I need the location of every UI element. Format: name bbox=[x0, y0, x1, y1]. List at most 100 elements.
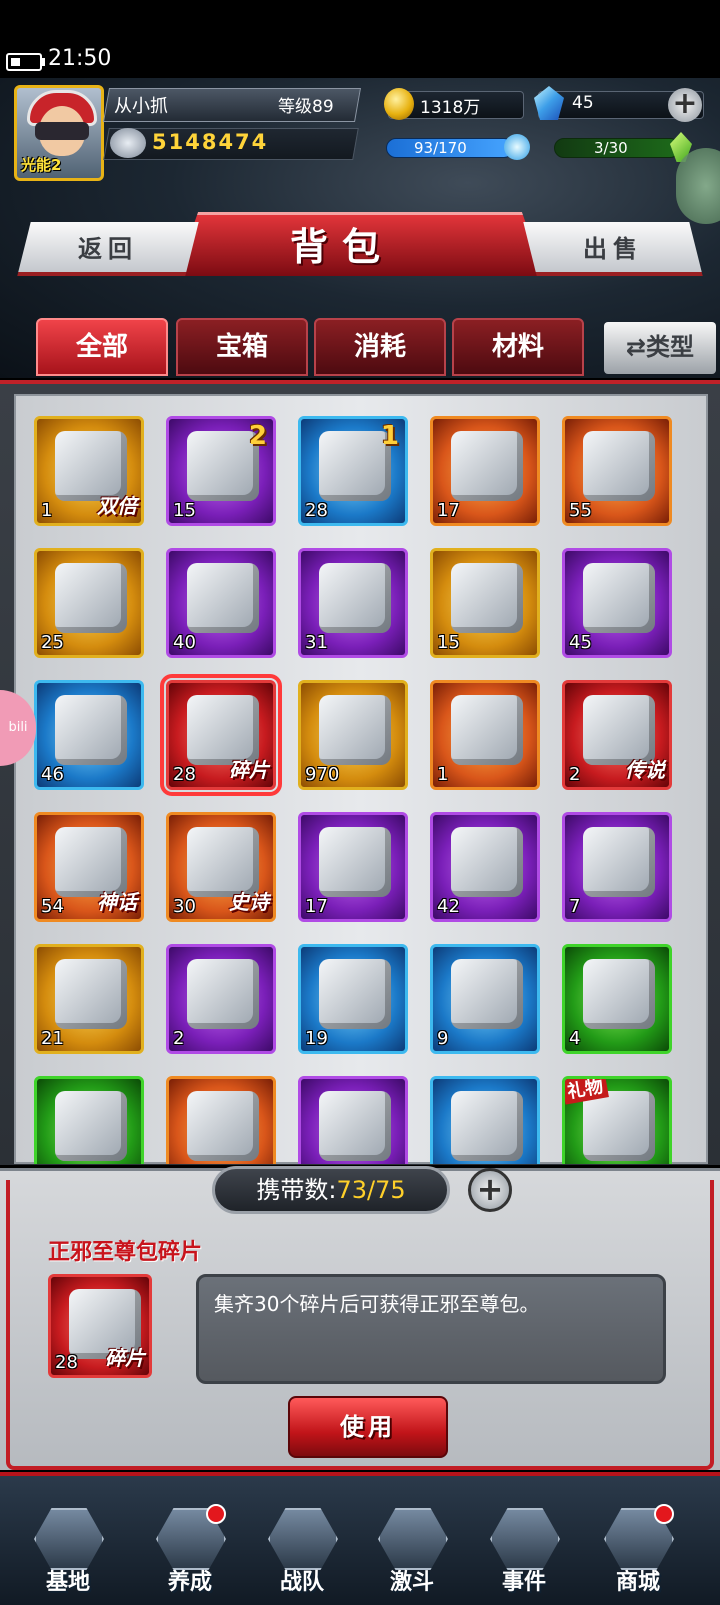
nav-event[interactable]: 事件 bbox=[476, 1508, 572, 1600]
item-count: 4 bbox=[569, 1028, 581, 1049]
item-count: 15 bbox=[437, 632, 460, 653]
inventory-item[interactable]: 礼物 bbox=[562, 1076, 672, 1164]
inventory-item[interactable]: 21 bbox=[34, 944, 144, 1054]
back-button[interactable]: 返回 bbox=[17, 222, 199, 276]
item-icon bbox=[319, 563, 391, 633]
battery-tip bbox=[42, 58, 45, 66]
sell-label: 出售 bbox=[583, 235, 643, 263]
inventory-item[interactable]: 25 bbox=[34, 548, 144, 658]
item-count: 17 bbox=[437, 500, 460, 521]
inventory-item[interactable]: 30 史诗 bbox=[166, 812, 276, 922]
stamina-value: 3/30 bbox=[594, 139, 628, 157]
tab-all[interactable]: 全部 bbox=[36, 318, 168, 376]
item-grade: 2 bbox=[248, 421, 267, 451]
inventory-item[interactable]: 17 bbox=[298, 812, 408, 922]
page-title: 背包 bbox=[290, 225, 395, 269]
helmet-fighter-icon bbox=[378, 1508, 448, 1570]
item-count: 2 bbox=[569, 764, 581, 785]
inventory-item[interactable]: 1 双倍 bbox=[34, 416, 144, 526]
inventory-item[interactable]: 2 bbox=[166, 944, 276, 1054]
battery-icon bbox=[6, 53, 42, 71]
inventory-item[interactable]: 15 bbox=[430, 548, 540, 658]
item-name: 正邪至尊包碎片 bbox=[48, 1240, 203, 1265]
tab-chest[interactable]: 宝箱 bbox=[176, 318, 308, 376]
player-level: 等级89 bbox=[278, 97, 334, 117]
inventory-item[interactable]: 2 15 bbox=[166, 416, 276, 526]
item-icon bbox=[451, 695, 523, 765]
inventory-item[interactable]: 19 bbox=[298, 944, 408, 1054]
base-icon bbox=[34, 1508, 104, 1570]
item-tag: 传说 bbox=[625, 758, 665, 782]
tab-material[interactable]: 材料 bbox=[452, 318, 584, 376]
item-icon bbox=[583, 1091, 655, 1161]
inventory-item[interactable]: 9 bbox=[430, 944, 540, 1054]
inventory-item[interactable]: 42 bbox=[430, 812, 540, 922]
sell-button[interactable]: 出售 bbox=[523, 222, 703, 276]
tab-consume[interactable]: 消耗 bbox=[314, 318, 446, 376]
item-icon bbox=[319, 959, 391, 1029]
inventory-item[interactable]: 54 神话 bbox=[34, 812, 144, 922]
add-gems-button[interactable]: + bbox=[668, 88, 702, 122]
energy-value: 93/170 bbox=[414, 139, 467, 157]
nav-base[interactable]: 基地 bbox=[20, 1508, 116, 1600]
item-description: 集齐30个碎片后可获得正邪至尊包。 bbox=[214, 1292, 540, 1316]
item-count: 31 bbox=[305, 632, 328, 653]
use-button[interactable]: 使用 bbox=[288, 1396, 448, 1458]
nav-team-label: 战队 bbox=[279, 1570, 324, 1595]
inventory-item[interactable]: 4 bbox=[562, 944, 672, 1054]
nav-shop-label: 商城 bbox=[615, 1570, 660, 1595]
item-count: 970 bbox=[305, 764, 340, 785]
item-icon bbox=[451, 563, 523, 633]
item-count: 15 bbox=[173, 500, 196, 521]
type-filter-button[interactable]: ⇄类型 bbox=[604, 322, 716, 374]
inventory-item[interactable]: 28 碎片 bbox=[160, 674, 282, 796]
item-count: 9 bbox=[437, 1028, 449, 1049]
inventory-item[interactable] bbox=[430, 1076, 540, 1164]
nav-train[interactable]: 养成 bbox=[142, 1504, 238, 1600]
expand-capacity-button[interactable]: + bbox=[468, 1168, 512, 1212]
nav-train-label: 养成 bbox=[167, 1570, 212, 1595]
item-icon bbox=[55, 563, 127, 633]
nav-event-label: 事件 bbox=[501, 1570, 546, 1595]
player-avatar[interactable]: 光能2 bbox=[14, 85, 104, 181]
item-count: 45 bbox=[569, 632, 592, 653]
item-count: 40 bbox=[173, 632, 196, 653]
item-icon bbox=[55, 695, 127, 765]
nav-team[interactable]: 战队 bbox=[254, 1508, 350, 1600]
inventory-item[interactable]: 40 bbox=[166, 548, 276, 658]
player-name: 从小抓 bbox=[114, 96, 168, 117]
nav-shop[interactable]: 商城 bbox=[590, 1504, 686, 1600]
energy-orb-icon bbox=[504, 134, 530, 160]
floating-assist-button[interactable] bbox=[676, 148, 720, 224]
item-count: 7 bbox=[569, 896, 581, 917]
inventory-item[interactable]: 970 bbox=[298, 680, 408, 790]
item-count: 28 bbox=[305, 500, 328, 521]
detail-count: 28 bbox=[55, 1352, 78, 1373]
nav-fight[interactable]: 激斗 bbox=[364, 1508, 460, 1600]
inventory-item[interactable]: 46 bbox=[34, 680, 144, 790]
item-count: 46 bbox=[41, 764, 64, 785]
item-count: 54 bbox=[41, 896, 64, 917]
item-grade: 1 bbox=[380, 421, 399, 451]
inventory-item[interactable]: 17 bbox=[430, 416, 540, 526]
inventory-item[interactable]: 31 bbox=[298, 548, 408, 658]
item-icon bbox=[55, 959, 127, 1029]
item-icon bbox=[319, 1091, 391, 1161]
inventory-item[interactable] bbox=[166, 1076, 276, 1164]
inventory-item[interactable]: 1 bbox=[430, 680, 540, 790]
inventory-item[interactable]: 45 bbox=[562, 548, 672, 658]
inventory-item[interactable] bbox=[34, 1076, 144, 1164]
item-icon bbox=[583, 959, 655, 1029]
gem-value: 45 bbox=[572, 93, 594, 113]
inventory-item[interactable] bbox=[298, 1076, 408, 1164]
inventory-item[interactable]: 2 传说 bbox=[562, 680, 672, 790]
item-tag: 史诗 bbox=[229, 890, 269, 914]
item-icon bbox=[319, 695, 391, 765]
item-count: 17 bbox=[305, 896, 328, 917]
detail-item-icon: 28 碎片 bbox=[48, 1274, 152, 1378]
item-count: 55 bbox=[569, 500, 592, 521]
inventory-item[interactable]: 1 28 bbox=[298, 416, 408, 526]
item-icon bbox=[451, 959, 523, 1029]
inventory-item[interactable]: 7 bbox=[562, 812, 672, 922]
inventory-item[interactable]: 55 bbox=[562, 416, 672, 526]
